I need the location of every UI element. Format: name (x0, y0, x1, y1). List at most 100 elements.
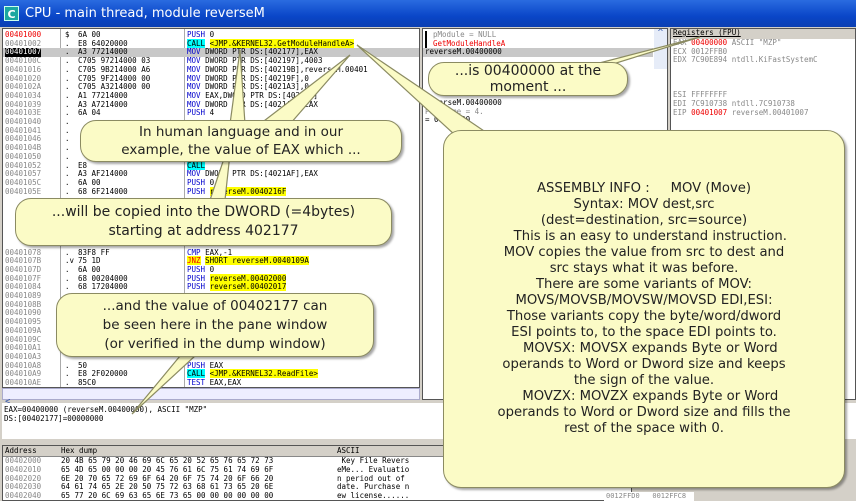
disasm-operand: EAX,DWORD PTR DS:[402177] (205, 90, 318, 100)
callout-text: (or verified in the dump window) (104, 335, 326, 352)
dump-ascii: ew license...... (337, 491, 410, 501)
assembly-info-line: MOVSX: MOVSX expands Byte or Word (510, 341, 778, 356)
register-row[interactable] (671, 65, 855, 74)
disasm-mnemonic: PUSH (187, 108, 206, 118)
disasm-mnemonic: PUSH (187, 273, 206, 283)
comment-scrollbar[interactable]: ^ (654, 29, 667, 69)
disasm-hex: 85C0 (78, 378, 97, 387)
callout-text: In human language and in our (138, 124, 343, 140)
disasm-hex: 6A 04 (78, 108, 101, 118)
disasm-mnemonic: MOV (187, 99, 201, 109)
disasm-mnemonic: PUSH (187, 177, 206, 187)
disasm-operand: SHORT reverseM.0040109A (205, 256, 309, 266)
callout-text: ...is 00400000 at the moment ... (454, 63, 602, 95)
disasm-operand: EAX,-1 (205, 247, 233, 257)
callout-human-language: In human language and in our example, the… (80, 120, 402, 162)
assembly-info-line: MOVZX: MOVZX expands Byte or Word (509, 389, 779, 404)
disasm-row[interactable]: 0040105E. 68 6F214000 PUSH reverseM.004021… (3, 186, 419, 197)
window-title: CPU - main thread, module reverseM (25, 6, 265, 21)
disasm-marker: . (65, 378, 70, 387)
disasm-mnemonic: MOV (187, 47, 201, 57)
register-row[interactable]: EIP 00401007 reverseM.00401007 (671, 107, 855, 118)
disasm-operand: DWORD PTR DS:[402197],4003 (205, 56, 323, 66)
dump-header-hex[interactable]: Hex dump (61, 446, 97, 456)
dump-hex: 65 77 20 6C 69 63 65 6E 73 65 00 00 00 0… (61, 491, 274, 501)
disasm-mnemonic: PUSH (187, 360, 206, 370)
dump-header-ascii[interactable]: ASCII (337, 446, 360, 456)
callout-text: starting at address 402177 (108, 223, 299, 239)
disasm-mnemonic: MOV (187, 56, 201, 66)
assembly-info-line: ASSEMBLY INFO : MOV (Move) (536, 181, 752, 196)
assembly-info-line: operands to Word or Dword size and keeps (502, 357, 786, 372)
register-comment: ntdll.7C910738 (731, 98, 795, 108)
register-value: FFFFFFFF (691, 90, 728, 100)
callout-text: be seen here in the pane window (102, 316, 328, 333)
disasm-operand: DWORD PTR DS:[40219F],0 (205, 73, 309, 83)
disasm-operand: EAX,EAX (209, 378, 242, 387)
disasm-marker: . (65, 186, 70, 196)
register-comment: ntdll.KiFastSystemC (731, 55, 818, 65)
assembly-info-line: MOVS/MOVSB/MOVSW/MOVSD EDI,ESI: (515, 293, 773, 308)
callout-assembly-info: ASSEMBLY INFO : MOV (Move) Syntax: MOV de… (443, 130, 845, 488)
disasm-mnemonic: PUSH (187, 30, 206, 39)
disassembly-horizontal-scrollbar[interactable]: < (2, 388, 420, 407)
register-value: 00401007 (691, 107, 728, 117)
disasm-operand: DWORD PTR DS:[4021AF],EAX (205, 169, 318, 179)
disasm-mnemonic: MOV (187, 169, 201, 179)
assembly-info-line: This is an easy to understand instructio… (501, 229, 787, 244)
assembly-info-line: Those variants copy the byte/word/dword (506, 309, 782, 324)
register-name: EIP (673, 107, 687, 117)
comment-line-selected[interactable]: reverseM.00400000 (423, 48, 653, 58)
register-name: ESI (673, 90, 687, 100)
register-value: 7C910738 (691, 98, 728, 108)
disasm-mnemonic: MOV (187, 64, 201, 74)
disasm-operand: DWORD PTR DS:[402177],EAX (205, 47, 318, 57)
callout-pane-window: ...and the value of 00402177 can be seen … (56, 293, 374, 357)
disasm-mnemonic: CALL (187, 369, 206, 379)
register-row[interactable] (671, 74, 855, 83)
register-row[interactable]: EDX 7C90E894 ntdll.KiFastSystemC (671, 56, 855, 65)
disasm-mnemonic: JNZ (187, 256, 201, 266)
disasm-mnemonic: PUSH (187, 186, 206, 196)
disasm-hex: 68 6F214000 (78, 186, 128, 196)
dump-row[interactable]: 00402040 65 77 20 6C 69 63 65 6E 73 65 00… (3, 491, 631, 501)
disasm-mnemonic: TEST (187, 378, 206, 387)
disasm-mnemonic: MOV (187, 82, 201, 92)
callout-copied: ...will be copied into the DWORD (=4byte… (15, 198, 392, 246)
disasm-operand: 4 (209, 108, 215, 118)
register-name: EDX (673, 55, 687, 65)
disasm-command: TEST EAX,EAX (187, 378, 242, 387)
disasm-command: PUSH reverseM.00402017 (187, 282, 287, 292)
disasm-address: 004010AE (5, 378, 42, 387)
stack-pane[interactable]: 0012FFD0 0012FFC8 (604, 492, 694, 501)
callout-text: example, the value of EAX which ... (121, 142, 361, 158)
disasm-mnemonic: PUSH (187, 282, 206, 292)
dump-address: 00402040 (5, 491, 42, 501)
register-value: 7C90E894 (691, 55, 728, 65)
register-value: 00400000 (691, 38, 728, 47)
disasm-operand: reverseM.00402000 (209, 273, 287, 283)
register-value: 0012FFB0 (691, 46, 728, 56)
disasm-row[interactable]: 004010AE. 85C0 TEST EAX,EAX (3, 378, 419, 387)
dump-header-address[interactable]: Address (5, 446, 37, 456)
disasm-hex: 68 17204000 (78, 282, 128, 292)
disasm-mnemonic: MOV (187, 90, 201, 100)
callout-text: ...and the value of 00402177 can (102, 297, 328, 314)
assembly-info-line: MOV copies the value from src to dest an… (503, 245, 785, 260)
callout-text: ...will be copied into the DWORD (=4byte… (51, 204, 356, 220)
callout-eax-value: ...is 00400000 at the moment ... (428, 62, 628, 96)
title-bar: C CPU - main thread, module reverseM (0, 0, 856, 27)
disasm-operand: 0 (209, 30, 215, 39)
register-comment: reverseM.00401007 (731, 107, 809, 117)
assembly-info-line: ESI points to, to the space EDI points t… (511, 325, 777, 340)
cpu-window-icon: C (4, 6, 19, 21)
disasm-row[interactable]: 00401084. 68 17204000 PUSH reverseM.004020… (3, 282, 419, 292)
disasm-mnemonic: PUSH (187, 264, 206, 274)
disasm-mnemonic: CMP (187, 247, 201, 257)
stack-value: 0012FFC8 (652, 492, 687, 500)
assembly-info-line: Syntax: MOV dest,src (573, 197, 715, 212)
register-name: ECX (673, 46, 687, 56)
disasm-operand: EAX (209, 360, 224, 370)
disasm-operand: reverseM.0040216F (209, 186, 287, 196)
disasm-mnemonic: CALL (187, 38, 206, 48)
